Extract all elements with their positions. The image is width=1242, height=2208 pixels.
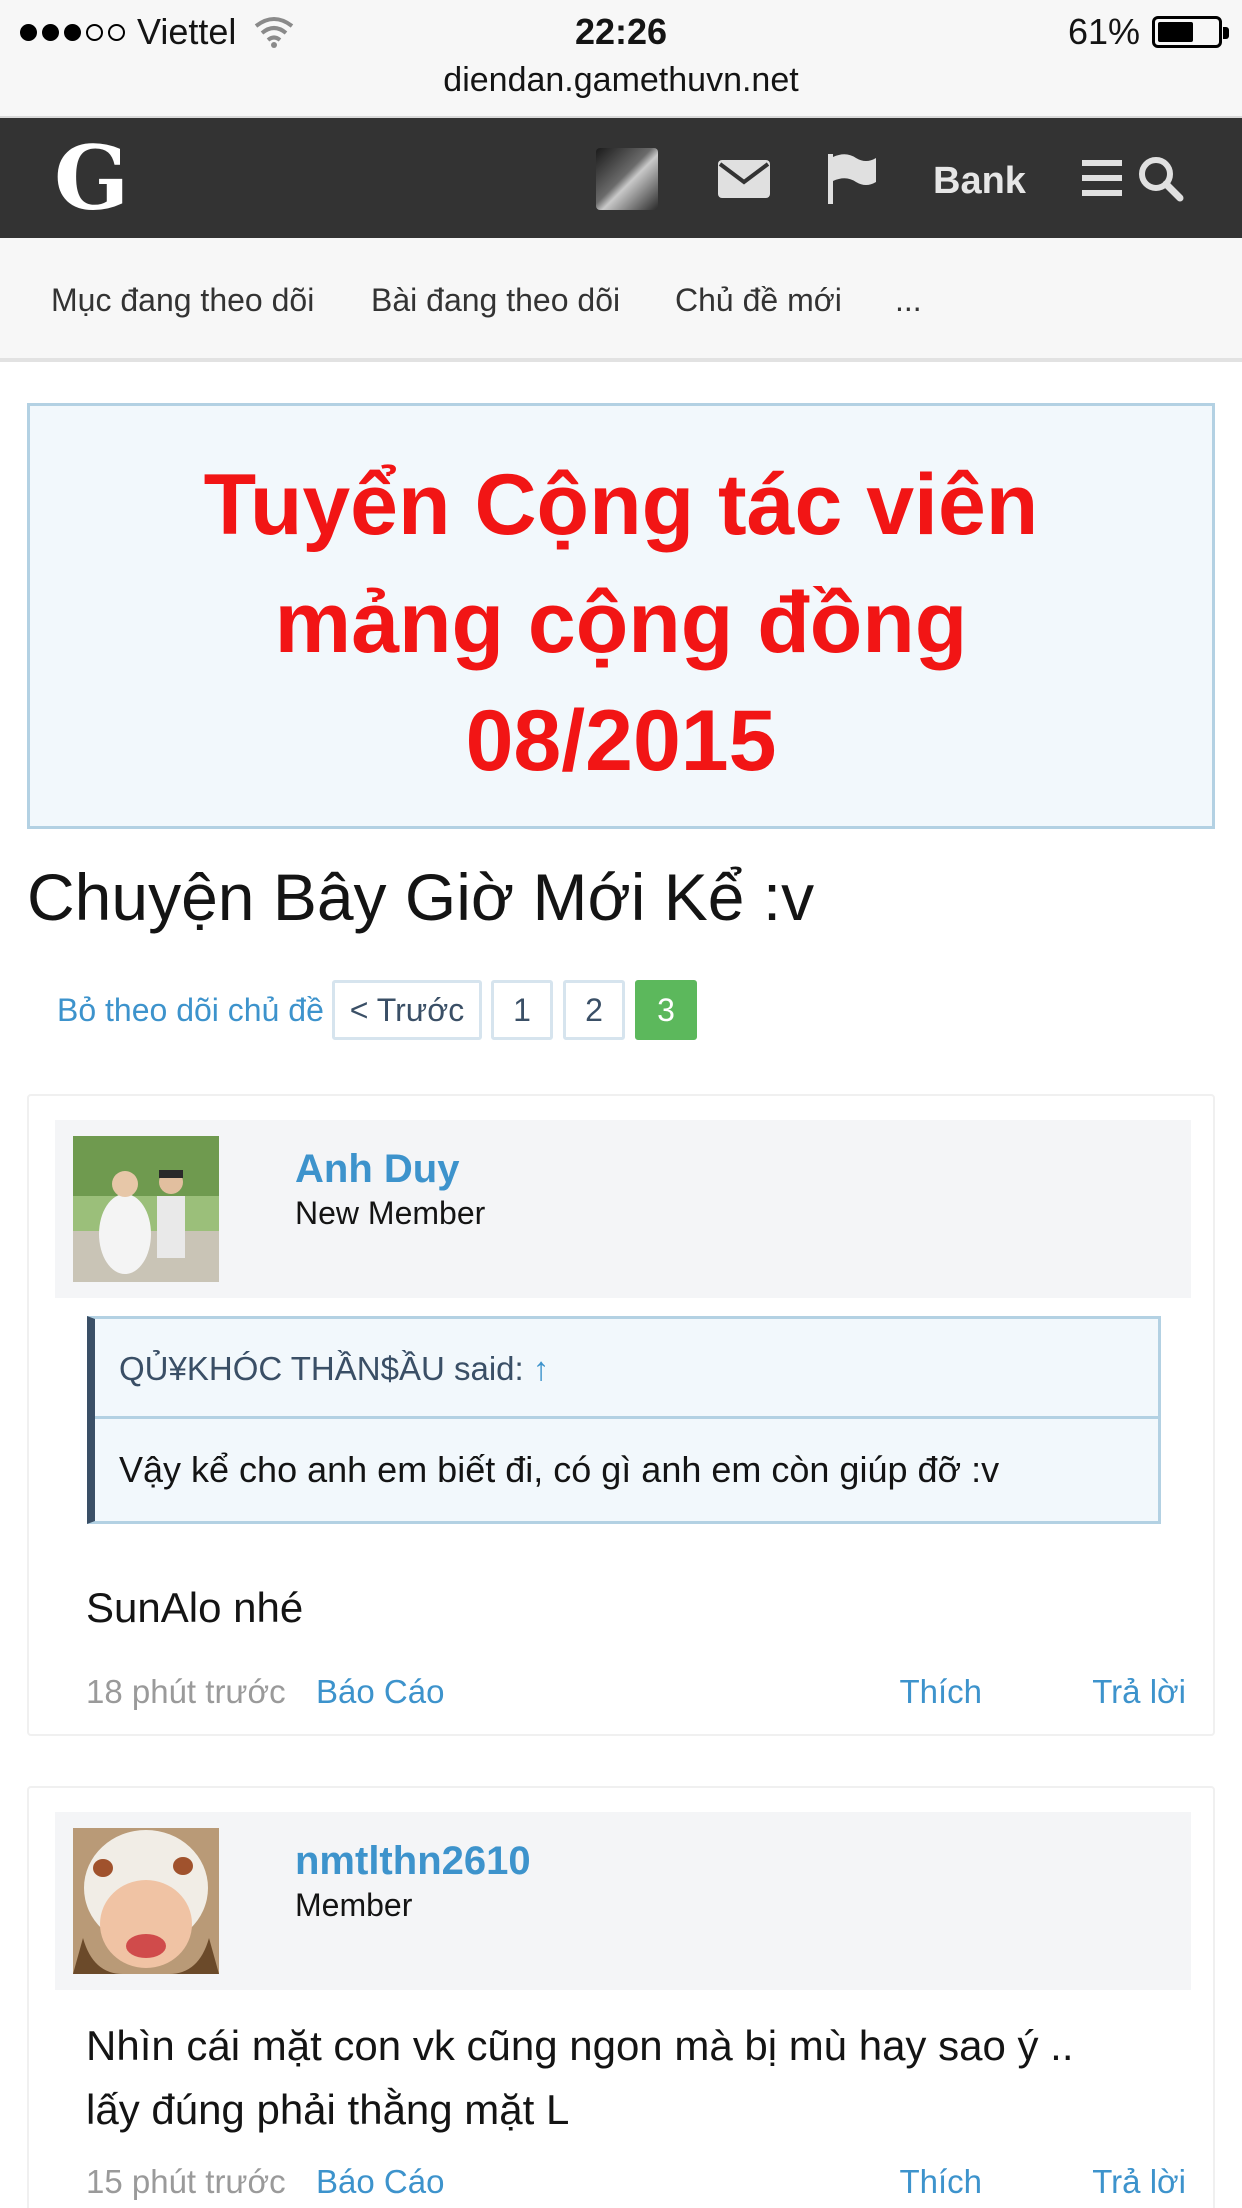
- bank-link[interactable]: Bank: [933, 156, 1026, 206]
- post-time[interactable]: 18 phút trước: [86, 1673, 286, 1710]
- post-message-line: lấy đúng phải thằng mặt L: [86, 2086, 570, 2133]
- reply-link[interactable]: Trả lời: [1092, 2160, 1186, 2204]
- post-time[interactable]: 15 phút trước: [86, 2163, 286, 2200]
- author-avatar[interactable]: [73, 1828, 219, 1974]
- battery-icon: [1152, 16, 1229, 48]
- author-rank: Member: [295, 1887, 413, 1923]
- subnav-watched-forums[interactable]: Mục đang theo dõi: [51, 278, 314, 322]
- post-message-line: Nhìn cái mặt con vk cũng ngon mà bị mù h…: [86, 2022, 1074, 2069]
- post-footer: 18 phút trước Báo Cáo Thích Trả lời: [86, 1670, 1186, 1714]
- author-name[interactable]: Anh Duy: [295, 1144, 459, 1194]
- author-avatar[interactable]: [73, 1136, 219, 1282]
- quote-author: QỦ¥KHÓC THẦN$ẦU said:: [119, 1350, 524, 1387]
- like-link[interactable]: Thích: [899, 1670, 982, 1714]
- banner-text: Tuyển Cộng tác viên mảng cộng đồng 08/20…: [30, 446, 1212, 800]
- status-bar: Viettel 22:26 61% diendan.gamethuvn.net: [0, 0, 1242, 118]
- post-author-block: nmtlthn2610 Member: [55, 1812, 1191, 1990]
- battery-percent: 61%: [1067, 11, 1140, 52]
- unfollow-thread-link[interactable]: Bỏ theo dõi chủ đề: [57, 990, 324, 1030]
- report-link[interactable]: Báo Cáo: [316, 1670, 444, 1714]
- clock: 22:26: [574, 11, 668, 52]
- recruitment-banner[interactable]: Tuyển Cộng tác viên mảng cộng đồng 08/20…: [27, 403, 1215, 829]
- banner-line: 08/2015: [465, 693, 777, 789]
- quote-block: QỦ¥KHÓC THẦN$ẦU said: ↑ Vậy kể cho anh e…: [87, 1316, 1161, 1524]
- envelope-icon[interactable]: [714, 148, 774, 208]
- reply-link[interactable]: Trả lời: [1092, 1670, 1186, 1714]
- report-link[interactable]: Báo Cáo: [316, 2160, 444, 2204]
- author-rank: New Member: [295, 1195, 486, 1231]
- pagination-page-1[interactable]: 1: [491, 980, 553, 1040]
- flag-icon[interactable]: [822, 148, 882, 208]
- battery-fill: [1158, 22, 1193, 42]
- post-message: SunAlo nhé: [86, 1584, 304, 1631]
- quote-attribution: QỦ¥KHÓC THẦN$ẦU said: ↑: [95, 1319, 1158, 1419]
- subnav-watched-threads[interactable]: Bài đang theo dõi: [371, 278, 620, 322]
- site-logo[interactable]: G: [54, 134, 129, 222]
- post: nmtlthn2610 Member Nhìn cái mặt con vk c…: [27, 1786, 1215, 2208]
- subnav-more[interactable]: ...: [895, 278, 922, 322]
- post-author-block: Anh Duy New Member: [55, 1120, 1191, 1298]
- sub-navigation: Mục đang theo dõi Bài đang theo dõi Chủ …: [0, 238, 1242, 362]
- status-right: 61%: [1067, 10, 1229, 54]
- post-message: Nhìn cái mặt con vk cũng ngon mà bị mù h…: [86, 2014, 1074, 2142]
- pagination-page-3-current[interactable]: 3: [635, 980, 697, 1040]
- menu-icon[interactable]: [1078, 148, 1138, 208]
- post-footer: 15 phút trước Báo Cáo Thích Trả lời: [86, 2160, 1186, 2204]
- banner-line: mảng cộng đồng: [274, 575, 968, 671]
- thread-title: Chuyện Bây Giờ Mới Kể :v: [27, 860, 815, 934]
- quote-text: Vậy kể cho anh em biết đi, có gì anh em …: [119, 1449, 1000, 1490]
- jump-to-quote-icon[interactable]: ↑: [533, 1350, 550, 1387]
- user-avatar[interactable]: [596, 148, 658, 210]
- top-navbar: G Bank: [0, 118, 1242, 238]
- author-name[interactable]: nmtlthn2610: [295, 1836, 531, 1886]
- post: Anh Duy New Member QỦ¥KHÓC THẦN$ẦU said:…: [27, 1094, 1215, 1736]
- subnav-new-threads[interactable]: Chủ đề mới: [675, 278, 842, 322]
- search-icon[interactable]: [1130, 148, 1190, 208]
- address-bar[interactable]: diendan.gamethuvn.net: [0, 58, 1242, 102]
- like-link[interactable]: Thích: [899, 2160, 982, 2204]
- pagination-prev-button[interactable]: < Trước: [332, 980, 482, 1040]
- banner-line: Tuyển Cộng tác viên: [203, 457, 1039, 553]
- pagination-page-2[interactable]: 2: [563, 980, 625, 1040]
